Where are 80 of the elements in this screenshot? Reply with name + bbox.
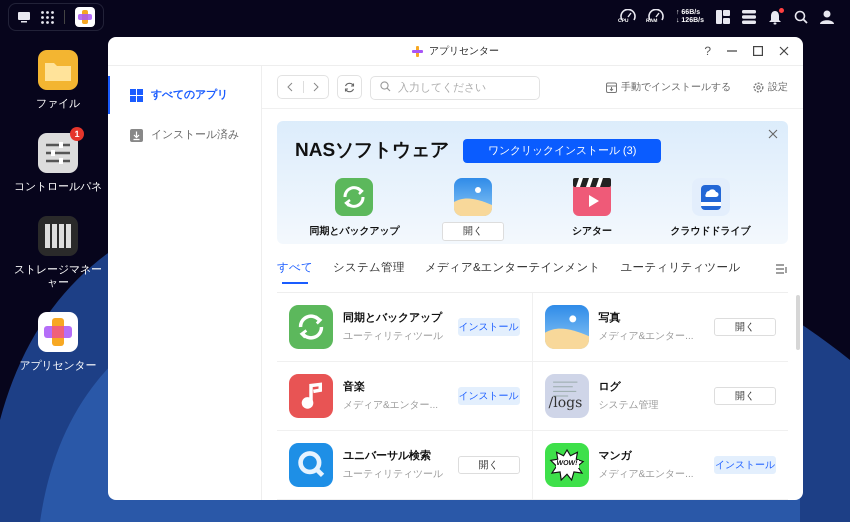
app-grid-icon (41, 10, 54, 24)
icon-text: /logs (548, 394, 582, 413)
category-tab[interactable]: メディア&エンターテインメント (425, 246, 601, 292)
chevron-right-icon (312, 82, 319, 92)
desktop-app-label: ストレージマネー (14, 264, 102, 277)
chevron-left-icon (287, 82, 294, 92)
desktop-icon (17, 11, 31, 23)
desktop-app-label: コントロールパネ (14, 181, 102, 194)
close-icon (768, 129, 778, 140)
help-button[interactable]: ? (704, 45, 711, 57)
toggle-list-icon (742, 10, 756, 24)
storage-icon (38, 216, 78, 256)
notification-badge: 1 (70, 127, 84, 141)
app-name: 同期とバックアップ (343, 310, 444, 326)
refresh-icon (344, 82, 355, 93)
grid-icon (130, 88, 143, 102)
app-center-icon (412, 46, 423, 56)
app-name: 音楽 (343, 380, 366, 396)
app-category: メディア&エンター... (343, 398, 440, 413)
open-button[interactable]: 開く (714, 318, 776, 336)
install-box-icon (606, 82, 617, 93)
close-icon (779, 46, 789, 56)
app-center-icon (75, 7, 95, 27)
search-icon (794, 10, 808, 24)
app-category: メディア&エンター... (598, 468, 695, 482)
app-name: シアター (572, 224, 612, 239)
app-category: ユーティリティツール (343, 468, 444, 482)
sidebar-item[interactable]: すべてのアプリ (108, 76, 261, 114)
music-note-icon (289, 374, 333, 418)
app-name: クラウドドライブ (670, 224, 751, 239)
photo-icon (544, 305, 588, 349)
one-click-install-button[interactable]: ワンクリックインストール (3) (463, 139, 662, 164)
install-button[interactable]: インストール (458, 318, 520, 336)
panel-layout-icon (716, 10, 730, 24)
app-name: ログ (598, 380, 622, 396)
log-file-icon (544, 374, 588, 418)
banner-title: NASソフトウェア (295, 139, 450, 164)
desktop-app-label: ャー (47, 277, 69, 290)
magnifier-icon (289, 443, 333, 487)
desktop-app-label: ファイル (36, 98, 80, 111)
search-field[interactable]: 入力してください (370, 76, 540, 100)
app-category: システム管理 (598, 398, 660, 413)
install-button[interactable]: インストール (458, 387, 520, 405)
open-button[interactable]: 開く (442, 222, 504, 241)
category-tab[interactable]: すべて (277, 246, 313, 292)
download-icon (130, 128, 143, 142)
app-category: ユーティリティツール (343, 330, 444, 344)
settings-icon (753, 82, 764, 93)
photo-icon (454, 178, 492, 216)
settings-button[interactable]: 設定 (753, 80, 788, 95)
folder-icon (38, 50, 78, 90)
close-button[interactable] (768, 129, 778, 140)
app-center-icon (38, 312, 78, 352)
app-name: マンガ (598, 449, 633, 464)
search-icon (380, 81, 391, 92)
maximize-icon (753, 46, 763, 56)
gauge-icon (620, 9, 636, 21)
install-button[interactable]: インストール (714, 456, 776, 474)
open-button[interactable]: 開く (714, 387, 776, 405)
app-name: ユニバーサル検索 (343, 448, 432, 464)
comic-burst-icon (544, 443, 588, 487)
manual-install-button[interactable]: 手動でインストールする (606, 80, 731, 95)
open-button[interactable]: 開く (458, 456, 520, 474)
gauge-icon (648, 9, 664, 21)
sidebar-item[interactable]: インストール済み (108, 116, 261, 154)
app-name: 同期とバックアップ (309, 224, 400, 239)
bell-icon (768, 10, 782, 24)
sync-icon (335, 178, 374, 216)
window-title: アプリセンター (429, 44, 499, 58)
app-name: 写真 (598, 310, 622, 326)
clapperboard-icon (572, 178, 611, 216)
refresh-button[interactable] (337, 75, 362, 100)
category-tab[interactable]: ユーティリティツール (620, 246, 741, 292)
sync-icon (289, 305, 333, 349)
user-icon (820, 10, 834, 24)
app-category: メディア&エンター... (598, 330, 695, 344)
list-menu-icon (776, 264, 788, 274)
category-tab[interactable]: システム管理 (333, 246, 405, 292)
desktop-app-label: アプリセンター (20, 360, 96, 373)
scrollbar[interactable] (796, 295, 800, 350)
